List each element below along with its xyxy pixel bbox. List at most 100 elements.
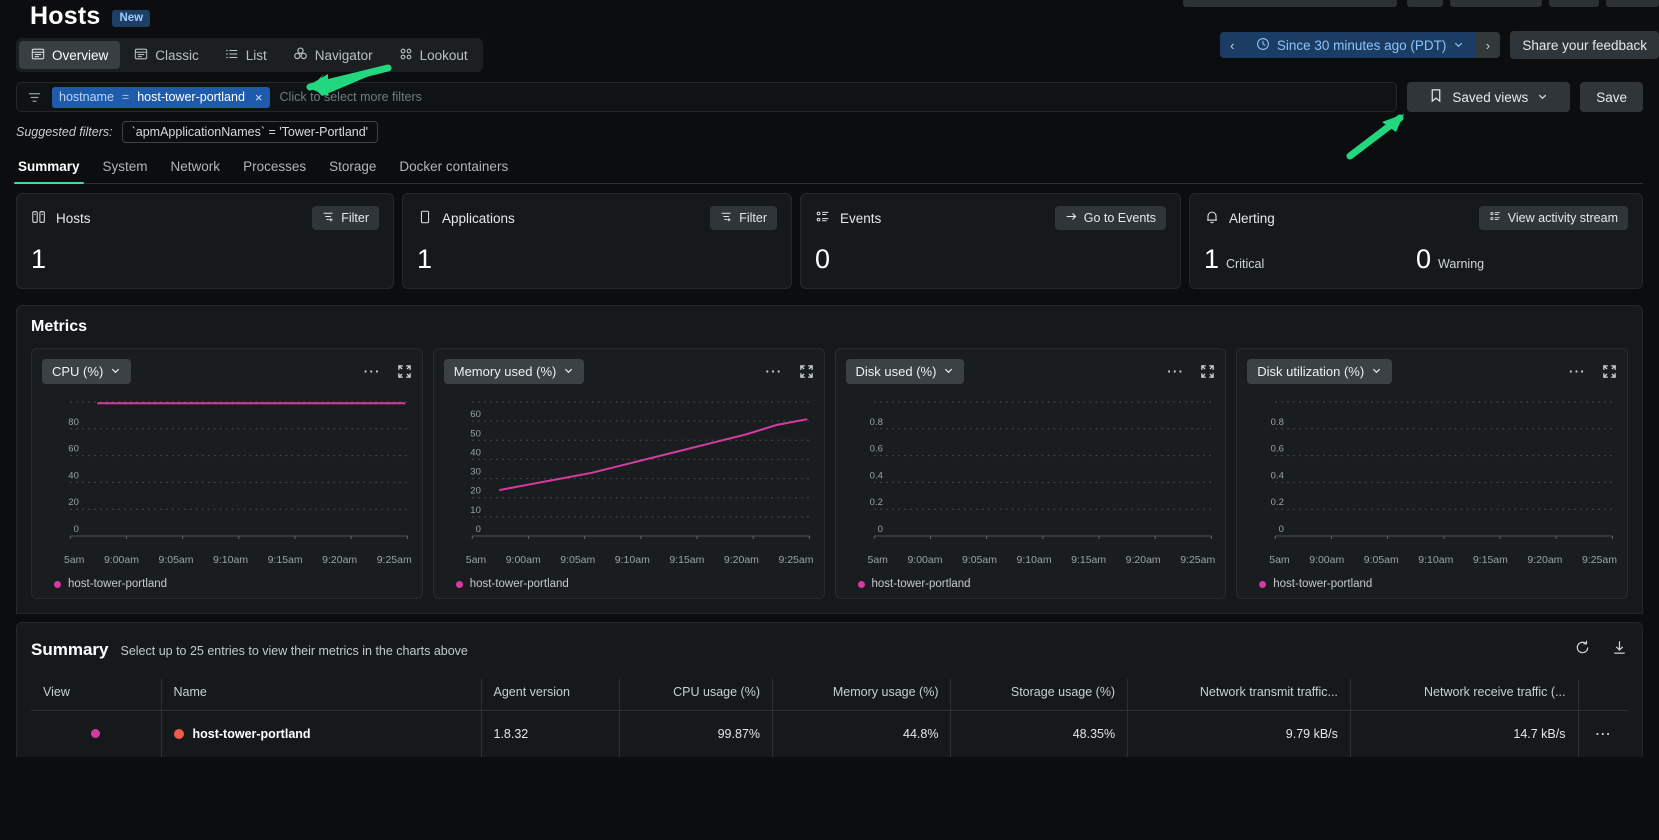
chart-0-expand-icon[interactable] bbox=[397, 364, 412, 379]
chart-3-xtick-2: 9:05am bbox=[1363, 554, 1399, 566]
chart-2-xtick-4: 9:15am bbox=[1071, 554, 1107, 566]
chart-0-more-options-icon[interactable]: ⋯ bbox=[363, 363, 381, 380]
chart-2-more-options-icon[interactable]: ⋯ bbox=[1166, 363, 1184, 380]
tab-overview[interactable]: Overview bbox=[19, 41, 121, 69]
table-col-header-agent-version[interactable]: Agent version bbox=[481, 679, 621, 711]
chart-1-metric-select[interactable]: Memory used (%) bbox=[443, 359, 585, 384]
tab-system[interactable]: System bbox=[101, 159, 150, 183]
chart-0-legend-label: host-tower-portland bbox=[68, 578, 168, 590]
svg-text:0.8: 0.8 bbox=[1271, 417, 1284, 428]
arrow-right-icon bbox=[1065, 210, 1078, 226]
filter-pill-hostname[interactable]: hostname = host-tower-portland × bbox=[52, 86, 270, 108]
tab-classic[interactable]: Classic bbox=[122, 41, 211, 69]
tab-summary[interactable]: Summary bbox=[14, 159, 84, 184]
time-next-button[interactable]: › bbox=[1475, 32, 1501, 58]
section-tabs[interactable]: Summary System Network Processes Storage… bbox=[14, 159, 1643, 184]
kpi-applications-label-group: Applications bbox=[417, 209, 515, 228]
chart-card-1: Memory used (%) ⋯ 0 10 20 30 40 50 60 70 5am 9:0… bbox=[432, 348, 825, 599]
tab-lookout[interactable]: Lookout bbox=[387, 41, 480, 69]
table-col-header-memory-usage[interactable]: Memory usage (%) bbox=[772, 679, 952, 711]
chart-1-plot[interactable]: 0 10 20 30 40 50 60 70 bbox=[444, 398, 814, 550]
hosts-filter-button[interactable]: Filter bbox=[312, 206, 379, 230]
table-col-header-network-transmit-traffic[interactable]: Network transmit traffic... bbox=[1127, 679, 1351, 711]
bookmark-icon bbox=[1429, 88, 1443, 106]
table-col-header-network-receive-traffic[interactable]: Network receive traffic (... bbox=[1350, 679, 1579, 711]
suggested-filters-label: Suggested filters: bbox=[16, 125, 113, 139]
tab-navigator[interactable]: Navigator bbox=[281, 41, 385, 69]
chart-3-metric-select[interactable]: Disk utilization (%) bbox=[1247, 359, 1393, 384]
chart-3-more-options-icon[interactable]: ⋯ bbox=[1568, 363, 1586, 380]
tab-network[interactable]: Network bbox=[169, 159, 223, 183]
filter-pill-key: hostname bbox=[59, 90, 114, 104]
save-button[interactable]: Save bbox=[1580, 82, 1643, 112]
chart-0-plot[interactable]: 0 20 40 60 80 100 bbox=[42, 398, 412, 550]
kpi-alerting-label: Alerting bbox=[1229, 210, 1275, 226]
chart-3-legend-label: host-tower-portland bbox=[1273, 578, 1373, 590]
go-to-events-button[interactable]: Go to Events bbox=[1054, 206, 1166, 230]
time-prev-button[interactable]: ‹ bbox=[1219, 32, 1245, 58]
tab-lookout-label: Lookout bbox=[419, 47, 468, 63]
table-col-header-cpu-usage[interactable]: CPU usage (%) bbox=[619, 679, 773, 711]
applications-filter-label: Filter bbox=[739, 211, 767, 225]
tab-processes[interactable]: Processes bbox=[241, 159, 308, 183]
chart-1-xtick-0: 5am bbox=[465, 554, 487, 566]
chart-2-legend[interactable]: host-tower-portland bbox=[846, 578, 1216, 590]
suggested-filter-chip[interactable]: `apmApplicationNames` = 'Tower-Portland' bbox=[121, 121, 379, 143]
lookout-icon bbox=[399, 47, 413, 64]
filter-pill-remove-icon[interactable]: × bbox=[253, 90, 263, 105]
chart-1-legend[interactable]: host-tower-portland bbox=[444, 578, 814, 590]
chart-2-header: Disk used (%) ⋯ bbox=[845, 359, 1216, 384]
chart-3-legend[interactable]: host-tower-portland bbox=[1247, 578, 1617, 590]
svg-text:0.2: 0.2 bbox=[1271, 497, 1284, 508]
chart-2-plot[interactable]: 0 0.2 0.4 0.6 0.8 1 bbox=[846, 398, 1216, 550]
chart-3-xtick-6: 9:25am bbox=[1581, 554, 1617, 566]
row-network-transmit-cell: 9.79 kB/s bbox=[1127, 710, 1351, 757]
chart-2-expand-icon[interactable] bbox=[1200, 364, 1215, 379]
download-icon[interactable] bbox=[1611, 639, 1628, 661]
svg-text:0.4: 0.4 bbox=[869, 470, 882, 481]
table-row[interactable]: host-tower-portland 1.8.32 99.87% 44.8% … bbox=[31, 710, 1628, 758]
time-picker-bar[interactable]: ‹ Since 30 minutes ago (PDT) › Share you… bbox=[1219, 31, 1659, 59]
time-range-selector[interactable]: Since 30 minutes ago (PDT) bbox=[1244, 32, 1476, 58]
chart-0-metric-select[interactable]: CPU (%) bbox=[42, 359, 132, 384]
chart-0-legend[interactable]: host-tower-portland bbox=[42, 578, 412, 590]
chart-1-more-options-icon[interactable]: ⋯ bbox=[765, 363, 783, 380]
kpi-card-alerting: Alerting View activity stream 1 Critical bbox=[1189, 193, 1643, 289]
refresh-icon[interactable] bbox=[1574, 639, 1591, 661]
chart-2-legend-dot bbox=[857, 580, 865, 588]
tab-docker-containers[interactable]: Docker containers bbox=[397, 159, 510, 183]
top-stub-2 bbox=[1407, 0, 1443, 7]
filter-input-area[interactable]: hostname = host-tower-portland × Click t… bbox=[16, 82, 1398, 112]
chart-2-xtick-3: 9:10am bbox=[1016, 554, 1052, 566]
kpi-warning-label: Warning bbox=[1438, 257, 1485, 271]
row-name-cell[interactable]: host-tower-portland bbox=[161, 710, 482, 757]
chart-1-expand-icon[interactable] bbox=[799, 364, 814, 379]
applications-filter-button[interactable]: Filter bbox=[710, 206, 777, 230]
table-col-header-view[interactable]: View bbox=[31, 679, 162, 711]
summary-header: Summary Select up to 25 entries to view … bbox=[31, 639, 1628, 661]
share-feedback-button[interactable]: Share your feedback bbox=[1510, 31, 1659, 59]
row-overflow-menu-icon[interactable]: ⋯ bbox=[1578, 711, 1628, 758]
row-view-cell[interactable] bbox=[31, 710, 162, 757]
saved-views-button[interactable]: Saved views bbox=[1407, 82, 1571, 112]
kpi-alerting-warning: 0 Warning bbox=[1416, 246, 1628, 273]
filter-pill-value: host-tower-portland bbox=[137, 90, 245, 104]
chart-3-expand-icon[interactable] bbox=[1602, 364, 1617, 379]
table-col-header-actions[interactable] bbox=[1578, 679, 1628, 711]
tab-storage[interactable]: Storage bbox=[327, 159, 378, 183]
chart-0-tools: ⋯ bbox=[363, 363, 412, 380]
chart-0-xaxis: 5am 9:00am 9:05am 9:10am 9:15am 9:20am 9:25am bbox=[42, 550, 412, 566]
table-col-header-name[interactable]: Name bbox=[161, 679, 482, 711]
chart-3-metric-label: Disk utilization (%) bbox=[1257, 364, 1365, 379]
clock-icon bbox=[1256, 37, 1270, 54]
row-memory-usage-cell: 44.8% bbox=[772, 710, 952, 757]
view-activity-stream-button[interactable]: View activity stream bbox=[1478, 206, 1628, 230]
tab-list[interactable]: List bbox=[213, 41, 279, 69]
table-col-header-storage-usage[interactable]: Storage usage (%) bbox=[950, 679, 1129, 711]
svg-text:20: 20 bbox=[68, 497, 79, 508]
view-mode-tabs[interactable]: Overview Classic List Navigator Lookout bbox=[16, 38, 483, 72]
table-body: host-tower-portland 1.8.32 99.87% 44.8% … bbox=[31, 710, 1628, 758]
chart-3-plot[interactable]: 0 0.2 0.4 0.6 0.8 1 bbox=[1247, 398, 1617, 550]
kpi-alerting-label-group: Alerting bbox=[1204, 209, 1275, 228]
chart-2-metric-select[interactable]: Disk used (%) bbox=[845, 359, 965, 384]
